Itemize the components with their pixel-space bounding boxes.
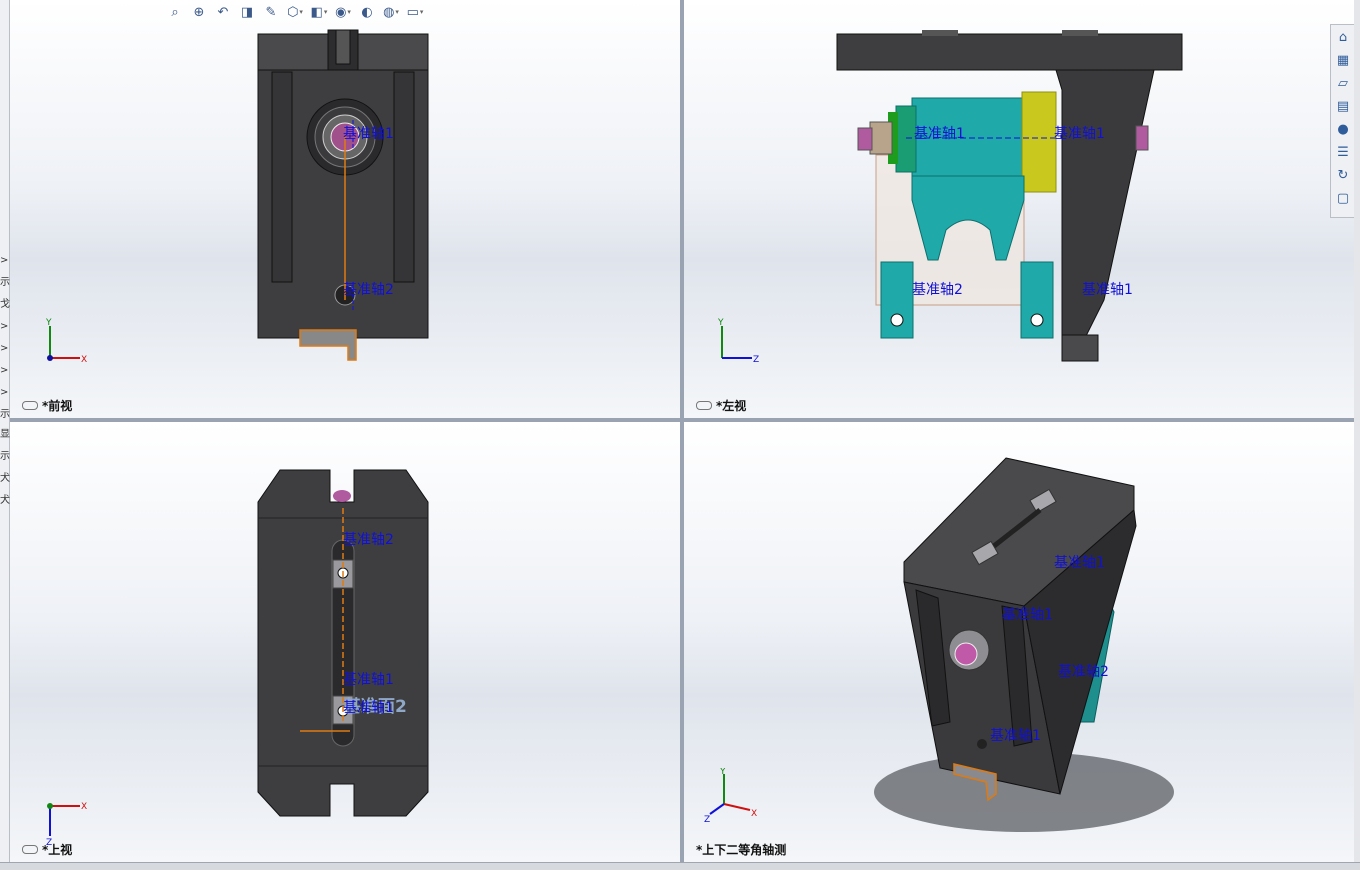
custom-properties-icon[interactable]: ☰: [1332, 141, 1354, 163]
vertical-scrollbar[interactable]: [1354, 0, 1360, 862]
apply-scene-icon[interactable]: ◍: [381, 2, 401, 22]
left-panel-glyph: >: [0, 365, 9, 376]
iso-axis-label: 基准轴1: [990, 727, 1041, 744]
edit-appearance-icon[interactable]: ◐: [357, 2, 377, 22]
file-explorer-icon[interactable]: ▱: [1332, 72, 1354, 94]
left-panel-glyph: 犬: [0, 473, 10, 484]
task-pane: ⌂ ▦ ▱ ▤ ● ☰ ↻ ▢: [1330, 24, 1356, 218]
iso-axis-label: 基准轴1: [1002, 606, 1053, 623]
left-axis-label: 基准轴1: [1054, 125, 1105, 142]
iso-view-model: 基准轴1 基准轴1 基准轴2 基准轴1: [874, 457, 1174, 832]
left-panel-glyph: 显: [0, 429, 10, 440]
top-triad: X Z: [46, 802, 87, 846]
view-orientation-icon[interactable]: ⬡: [285, 2, 305, 22]
left-triad: Y Z: [717, 318, 759, 365]
link-icon: [22, 845, 38, 854]
left-panel-glyph: >: [0, 255, 9, 266]
view-label-iso: *上下二等角轴测: [696, 843, 787, 857]
top-axis-label: 基准轴1: [343, 671, 394, 688]
left-axis-label: 基准轴1: [1082, 281, 1133, 298]
view-palette-icon[interactable]: ▤: [1332, 95, 1354, 117]
front-triad: Y X: [45, 318, 87, 365]
left-panel-glyph: 示: [0, 451, 10, 462]
view-label-front: *前视: [22, 397, 72, 414]
zoom-area-icon[interactable]: ⊕: [189, 2, 209, 22]
left-axis-label: 基准轴1: [914, 125, 965, 142]
top-view-model: 基准面2 基准轴2 基准轴1 基准轴1: [257, 469, 429, 817]
section-view-icon[interactable]: ◨: [237, 2, 257, 22]
link-icon: [696, 401, 712, 410]
viewport-iso[interactable]: 基准轴1 基准轴1 基准轴2 基准轴1 Y X Z *上下二等角轴测: [684, 422, 1354, 862]
left-panel-glyph: 犬: [0, 495, 10, 506]
display-style-icon[interactable]: ◧: [309, 2, 329, 22]
viewport-left[interactable]: 基准轴1 基准轴1 基准轴2 基准轴1 Y Z *左视: [684, 0, 1354, 418]
view-label-top: *上视: [22, 841, 72, 858]
viewport-top[interactable]: 基准面2 基准轴2 基准轴1 基准轴1 X Z *上视: [10, 422, 680, 862]
iso-axis-label: 基准轴1: [1054, 554, 1105, 571]
left-panel-glyph: 示: [0, 277, 10, 288]
iso-triad: Y X Z: [704, 768, 757, 824]
top-axis-label: 基准轴1: [343, 699, 394, 716]
left-panel-glyph: 示: [0, 409, 10, 420]
front-triad-y: Y: [45, 318, 52, 328]
appearances-icon[interactable]: ●: [1332, 118, 1354, 140]
home-icon[interactable]: ⌂: [1332, 26, 1354, 48]
viewport-front[interactable]: 基准轴1 基准轴2 Y X *前视: [10, 0, 680, 418]
iso-triad-x: X: [751, 809, 757, 819]
left-view-model: 基准轴1 基准轴1 基准轴2 基准轴1: [836, 30, 1183, 362]
view-settings-icon[interactable]: ▭: [405, 2, 425, 22]
front-triad-x: X: [81, 355, 87, 365]
front-axis-label: 基准轴2: [343, 281, 394, 298]
left-top-plate: [836, 33, 1183, 71]
zoom-to-fit-icon[interactable]: ⌕: [165, 2, 185, 22]
left-panel-glyph: 戈: [0, 299, 10, 310]
forum-icon[interactable]: ▢: [1332, 187, 1354, 209]
dynamic-annotation-icon[interactable]: ✎: [261, 2, 281, 22]
iso-triad-z: Z: [704, 815, 710, 824]
heads-up-view-toolbar: ⌕ ⊕ ↶ ◨ ✎ ⬡ ◧ ◉ ◐ ◍ ▭: [165, 0, 425, 24]
iso-axis-label: 基准轴2: [1058, 663, 1109, 680]
viewport-splitter-horizontal[interactable]: [10, 418, 1354, 422]
resources-icon[interactable]: ↻: [1332, 164, 1354, 186]
previous-view-icon[interactable]: ↶: [213, 2, 233, 22]
viewport-splitter-vertical[interactable]: [680, 0, 684, 869]
top-axis-label: 基准轴2: [343, 531, 394, 548]
left-triad-z: Z: [753, 355, 759, 365]
link-icon: [22, 401, 38, 410]
front-axis-label: 基准轴1: [343, 125, 394, 142]
view-label-left: *左视: [696, 397, 746, 414]
left-panel-glyph: >: [0, 321, 9, 332]
left-panel-strip[interactable]: > 示 戈 > > > > 示 显 示 犬 犬: [0, 0, 10, 869]
left-axis-label: 基准轴2: [912, 281, 963, 298]
top-triad-x: X: [81, 802, 87, 812]
left-panel-glyph: >: [0, 343, 9, 354]
iso-triad-y: Y: [719, 768, 726, 777]
left-panel-glyph: >: [0, 387, 9, 398]
design-library-icon[interactable]: ▦: [1332, 49, 1354, 71]
front-view-model: 基准轴1 基准轴2: [257, 29, 429, 361]
hide-show-icon[interactable]: ◉: [333, 2, 353, 22]
left-triad-y: Y: [717, 318, 724, 328]
